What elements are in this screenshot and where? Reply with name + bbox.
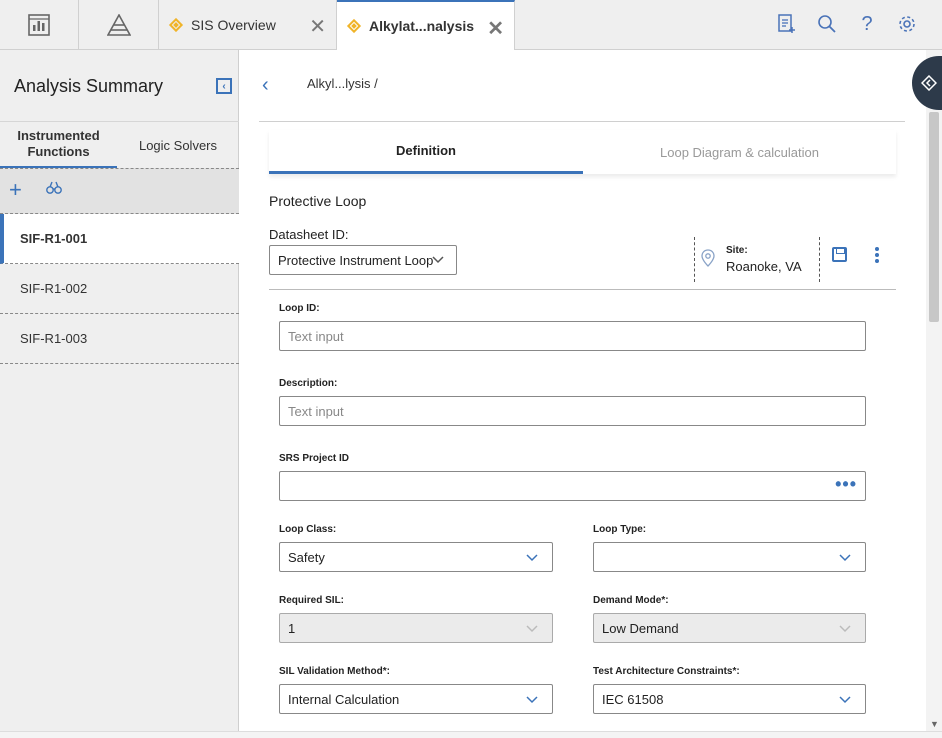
demand-mode-label: Demand Mode*: <box>593 595 669 606</box>
loop-class-label: Loop Class: <box>279 524 337 535</box>
add-icon[interactable]: + <box>9 177 22 203</box>
section-title: Protective Loop <box>269 193 367 209</box>
settings-icon[interactable] <box>894 10 920 38</box>
search-icon[interactable] <box>814 10 840 38</box>
dashboard-tile[interactable] <box>0 0 79 49</box>
binoculars-icon[interactable] <box>46 181 62 199</box>
list-item[interactable]: SIF-R1-002 <box>0 264 239 314</box>
required-sil-value: 1 <box>288 620 296 636</box>
sidebar-title: Analysis Summary <box>14 76 164 96</box>
more-options-icon[interactable] <box>875 247 879 265</box>
close-icon[interactable]: ✕ <box>309 14 326 39</box>
description-input[interactable]: Text input <box>279 396 866 426</box>
collapse-panel-icon[interactable]: ‹ <box>216 78 232 94</box>
sil-validation-label: SIL Validation Method*: <box>279 666 390 677</box>
ellipsis-icon[interactable]: ••• <box>835 474 857 495</box>
back-chevron-icon[interactable]: ‹ <box>262 74 269 97</box>
top-icons: ? <box>774 10 920 38</box>
site-block: Site: Roanoke, VA <box>694 237 820 282</box>
diamond-icon <box>346 18 362 34</box>
chevron-down-icon <box>839 550 851 565</box>
scrollbar-thumb[interactable] <box>929 112 939 322</box>
chevron-down-icon <box>432 252 444 267</box>
site-label: Site: <box>726 245 748 256</box>
sil-validation-value: Internal Calculation <box>288 691 400 707</box>
demand-mode-value: Low Demand <box>602 620 679 636</box>
close-icon[interactable]: ✕ <box>487 16 504 41</box>
description-label: Description: <box>279 378 338 389</box>
tab-alkylation-analysis[interactable]: Alkylat...nalysis ✕ <box>337 0 515 50</box>
srs-project-label: SRS Project ID <box>279 453 350 464</box>
tab-logic-solvers[interactable]: Logic Solvers <box>117 122 239 169</box>
tab-label: SIS Overview <box>191 17 276 33</box>
loop-id-input[interactable]: Text input <box>279 321 866 351</box>
loop-class-select[interactable]: Safety <box>279 542 553 572</box>
chevron-down-icon <box>526 621 538 636</box>
sidebar-toolbar: + <box>0 168 239 214</box>
panel-toggle-icon <box>920 74 938 94</box>
list-item[interactable]: SIF-R1-001 <box>0 214 239 264</box>
diamond-icon <box>168 17 184 33</box>
description-placeholder: Text input <box>288 403 344 419</box>
loop-type-select[interactable] <box>593 542 866 572</box>
hierarchy-tile[interactable] <box>79 0 159 49</box>
test-architecture-select[interactable]: IEC 61508 <box>593 684 866 714</box>
tab-label: Alkylat...nalysis <box>369 18 475 34</box>
main-tabs: Definition Loop Diagram & calculation <box>269 130 896 174</box>
site-value: Roanoke, VA <box>726 259 802 274</box>
tab-sis-overview[interactable]: SIS Overview ✕ <box>159 0 337 50</box>
loop-id-placeholder: Text input <box>288 328 344 344</box>
sidebar-subtabs: Instrumented Functions Logic Solvers <box>0 121 239 169</box>
test-architecture-label: Test Architecture Constraints*: <box>593 666 740 677</box>
tab-definition[interactable]: Definition <box>269 130 583 174</box>
datasheet-select[interactable]: Protective Instrument Loop <box>269 245 457 275</box>
bottom-strip <box>0 731 942 738</box>
required-sil-select: 1 <box>279 613 553 643</box>
chevron-down-icon <box>839 621 851 636</box>
location-pin-icon <box>701 249 715 272</box>
analysis-sidebar: Analysis Summary ‹ Instrumented Function… <box>0 50 239 738</box>
help-icon[interactable]: ? <box>854 10 880 38</box>
loop-id-label: Loop ID: <box>279 303 320 314</box>
tab-loop-diagram[interactable]: Loop Diagram & calculation <box>583 130 896 174</box>
demand-mode-select: Low Demand <box>593 613 866 643</box>
sil-validation-select[interactable]: Internal Calculation <box>279 684 553 714</box>
chevron-down-icon <box>526 550 538 565</box>
chevron-down-icon <box>839 692 851 707</box>
report-add-icon[interactable] <box>774 10 800 38</box>
dashboard-icon <box>28 13 50 36</box>
breadcrumb[interactable]: Alkyl...lysis / <box>307 76 378 91</box>
top-tab-bar: SIS Overview ✕ Alkylat...nalysis ✕ ? <box>0 0 942 50</box>
scroll-down-arrow-icon[interactable]: ▼ <box>930 719 939 729</box>
datasheet-value: Protective Instrument Loop <box>278 252 434 268</box>
sif-list: SIF-R1-001 SIF-R1-002 SIF-R1-003 <box>0 214 239 364</box>
tab-instrumented-functions[interactable]: Instrumented Functions <box>0 122 117 169</box>
divider <box>259 121 905 122</box>
datasheet-label: Datasheet ID: <box>269 227 349 242</box>
save-icon[interactable] <box>832 247 847 262</box>
main-content: ‹ Alkyl...lysis / Definition Loop Diagra… <box>240 50 942 738</box>
test-architecture-value: IEC 61508 <box>602 691 664 707</box>
pyramid-icon <box>106 13 131 36</box>
main-scrollbar[interactable]: ▼ <box>926 50 942 736</box>
required-sil-label: Required SIL: <box>279 595 345 606</box>
divider <box>269 289 896 290</box>
srs-project-input[interactable]: ••• <box>279 471 866 501</box>
chevron-down-icon <box>526 692 538 707</box>
loop-class-value: Safety <box>288 549 325 565</box>
loop-type-label: Loop Type: <box>593 524 647 535</box>
list-item[interactable]: SIF-R1-003 <box>0 314 239 364</box>
